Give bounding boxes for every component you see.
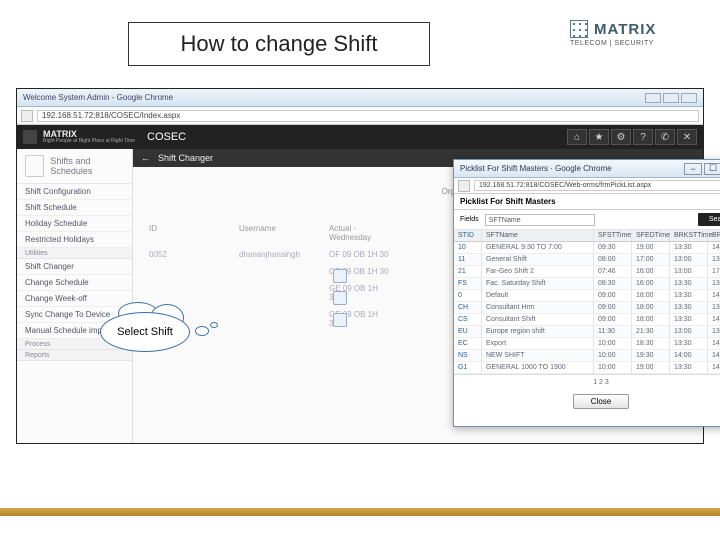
browser-titlebar: Welcome System Admin - Google Chrome (17, 89, 703, 107)
shift-picker-buttons (333, 269, 347, 327)
app-product: COSEC (147, 131, 186, 143)
home-icon[interactable]: ⌂ (567, 129, 587, 145)
picklist-table: STID SFTName SFSTTime SFEDTime BRKSTTime… (454, 230, 720, 374)
search-label: Fields (460, 216, 479, 223)
app-toolbar: ⌂ ★ ⚙ ? ✆ ✕ (567, 129, 697, 145)
sidebar-item-shift-changer[interactable]: Shift Changer (17, 259, 132, 275)
table-row[interactable]: NSNEW SHIFT10:0019:3014:0014:30 (454, 350, 720, 362)
calendar-icon (25, 155, 44, 177)
table-pager[interactable]: 1 2 3 (454, 374, 720, 390)
brand-tagline: TELECOM | SECURITY (570, 40, 654, 47)
sidebar-item-shift-schedule[interactable]: Shift Schedule (17, 200, 132, 216)
app-logo-icon (23, 130, 37, 144)
gear-icon[interactable]: ⚙ (611, 129, 631, 145)
browser-address-bar: 192.168.51.72:818/COSEC/Index.aspx (17, 107, 703, 125)
page-icon (21, 110, 33, 122)
sidebar: Shifts and Schedules Shift Configuration… (17, 149, 133, 443)
sidebar-group-shifts: Shifts and Schedules (17, 149, 132, 184)
search-button[interactable]: Search (698, 213, 720, 226)
star-icon[interactable]: ★ (589, 129, 609, 145)
window-controls[interactable] (645, 93, 697, 103)
screenshot-frame: Welcome System Admin - Google Chrome 192… (16, 88, 704, 444)
table-row[interactable]: EUEurope region shift11:3021:3013:0013:3… (454, 326, 720, 338)
table-row[interactable]: CSConsultant Shift09:0018:0013:3014:00 (454, 314, 720, 326)
app-brand-sub: Right People at Right Place at Right Tim… (43, 139, 135, 144)
popup-heading: Picklist For Shift Masters (454, 194, 720, 210)
table-row[interactable]: 10GENERAL 9:30 TO 7:0009:3019:0013:3014:… (454, 242, 720, 254)
maximize-icon[interactable]: ☐ (704, 163, 720, 175)
org-label: Organization (149, 187, 487, 196)
minimize-icon[interactable]: − (684, 163, 702, 175)
phone-icon[interactable]: ✆ (655, 129, 675, 145)
search-field[interactable]: SFTName (485, 214, 595, 226)
footer-band (0, 508, 720, 516)
table-row[interactable]: G1GENERAL 1000 TO 190010:0019:0013:3014:… (454, 362, 720, 374)
sidebar-item-holiday-schedule[interactable]: Holiday Schedule (17, 216, 132, 232)
popup-url-input[interactable]: 192.168.51.72:818/COSEC/Web-orms/frmPick… (474, 180, 720, 191)
url-input[interactable]: 192.168.51.72:818/COSEC/Index.aspx (37, 110, 699, 122)
popup-titlebar: Picklist For Shift Masters · Google Chro… (454, 160, 720, 178)
table-row[interactable]: 0Default09:0018:0013:3014:00 (454, 290, 720, 302)
main-title: Shift Changer (158, 153, 213, 163)
close-icon[interactable]: ✕ (677, 129, 697, 145)
popup-search-row: Fields SFTName Search (454, 210, 720, 230)
sidebar-item-restricted-holidays[interactable]: Restricted Holidays (17, 232, 132, 248)
brand-mark-icon (570, 20, 588, 38)
app-header: MATRIX Right People at Right Place at Ri… (17, 125, 703, 149)
help-icon[interactable]: ? (633, 129, 653, 145)
brand-logo: MATRIX TELECOM | SECURITY (570, 20, 700, 64)
close-button[interactable]: Close (573, 394, 629, 409)
popup-address-bar: 192.168.51.72:818/COSEC/Web-orms/frmPick… (454, 178, 720, 194)
callout-cloud: Select Shift (100, 302, 200, 352)
browser-window-title: Welcome System Admin - Google Chrome (23, 93, 173, 102)
popup-window-title: Picklist For Shift Masters · Google Chro… (460, 164, 612, 173)
table-row[interactable]: 11General Shift08:0017:0013:0013:30 (454, 254, 720, 266)
sidebar-label-utilities: Utilities (17, 248, 132, 259)
brand-name: MATRIX (594, 21, 656, 38)
sidebar-item-shift-config[interactable]: Shift Configuration (17, 184, 132, 200)
table-row[interactable]: FSFac. Saturday Shift08:3016:0013:3013:3… (454, 278, 720, 290)
table-header: STID SFTName SFSTTime SFEDTime BRKSTTime… (454, 230, 720, 242)
main-panel: ← Shift Changer Organization ID Username… (133, 149, 703, 443)
back-icon[interactable]: ← (141, 153, 150, 163)
table-row[interactable]: ECExport10:0018:3013:3014:30 (454, 338, 720, 350)
sidebar-item-change-schedule[interactable]: Change Schedule (17, 275, 132, 291)
table-row[interactable]: CHConsultant Hrm09:0018:0013:3013:30 (454, 302, 720, 314)
pick-shift-icon[interactable] (333, 291, 347, 305)
callout-text: Select Shift (100, 312, 190, 352)
slide-title: How to change Shift (128, 22, 430, 66)
pick-shift-icon[interactable] (333, 313, 347, 327)
picklist-popup: Picklist For Shift Masters · Google Chro… (453, 159, 720, 427)
table-row[interactable]: 21Far-Geo Shift 207:4616:0013:0017:30 (454, 266, 720, 278)
page-icon (458, 180, 470, 192)
pick-shift-icon[interactable] (333, 269, 347, 283)
